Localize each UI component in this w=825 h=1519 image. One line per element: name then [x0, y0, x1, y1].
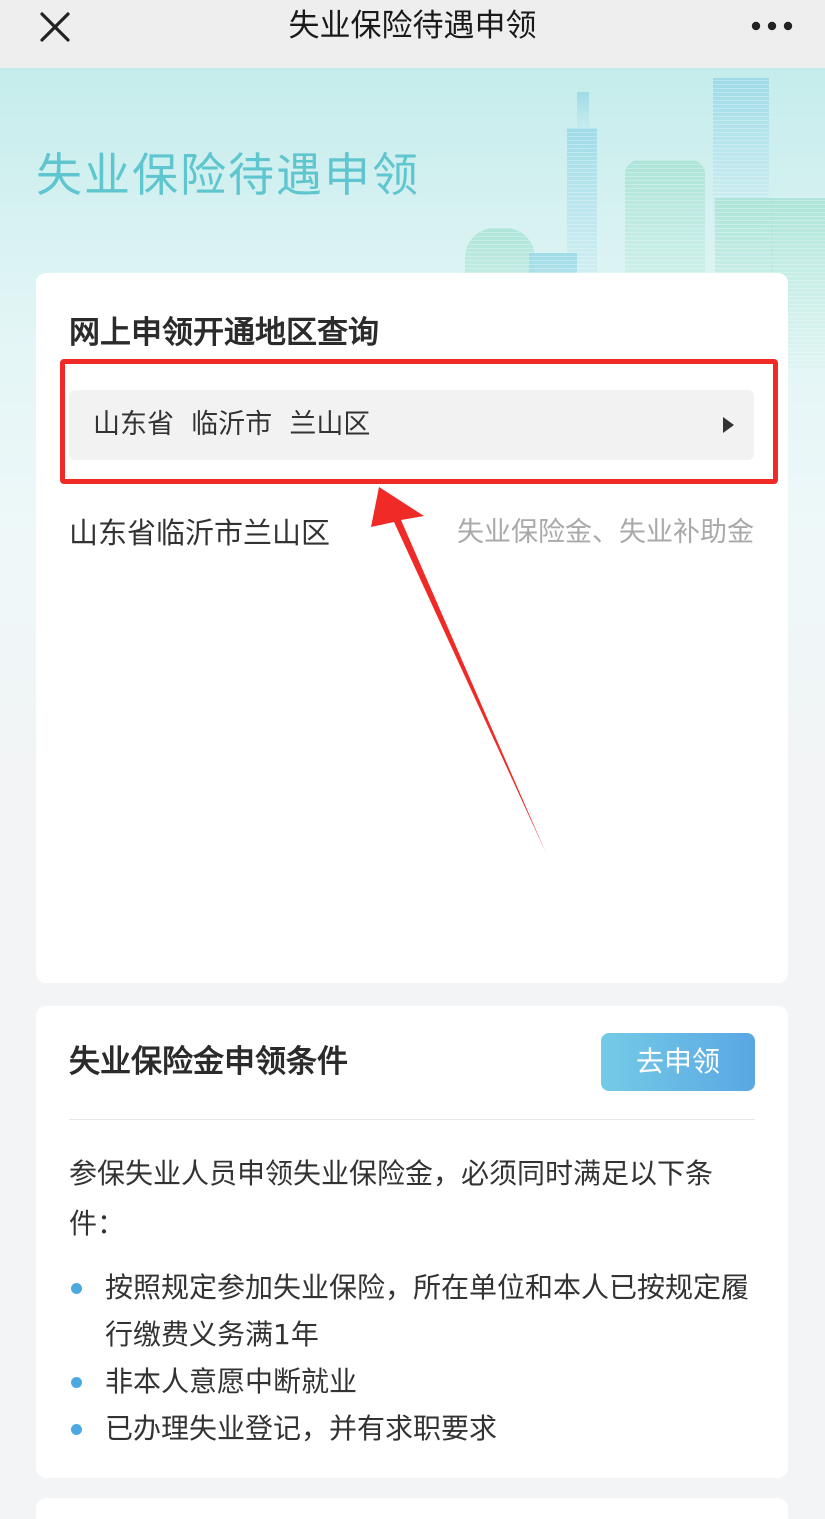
- bullet-dot-icon: [71, 1424, 82, 1435]
- caret-right-icon: [723, 417, 734, 433]
- bullet-dot-icon: [71, 1283, 82, 1294]
- apply-button[interactable]: 去申领: [601, 1033, 755, 1091]
- list-item: 按照规定参加失业保险，所在单位和本人已按规定履行缴费义务满1年: [69, 1264, 759, 1358]
- top-navigation-bar: 失业保险待遇申领: [0, 0, 825, 68]
- page-title: 失业保险待遇申领: [288, 8, 537, 44]
- conditions-intro: 参保失业人员申领失业保险金，必须同时满足以下条件：: [69, 1157, 714, 1240]
- list-item: 非本人意愿中断就业: [69, 1358, 759, 1405]
- region-picker-value: 山东省 临沂市 兰山区: [93, 409, 371, 440]
- more-dots-icon[interactable]: [749, 12, 795, 40]
- conditions-list: 按照规定参加失业保险，所在单位和本人已按规定履行缴费义务满1年 非本人意愿中断就…: [69, 1264, 759, 1452]
- bullet-dot-icon: [71, 1377, 82, 1388]
- conditions-heading: 失业保险金申领条件: [69, 1044, 348, 1080]
- conditions-card: 失业保险金申领条件 去申领 参保失业人员申领失业保险金，必须同时满足以下条件： …: [36, 1006, 788, 1478]
- list-item: 已办理失业登记，并有求职要求: [69, 1405, 759, 1452]
- result-benefit-types: 失业保险金、失业补助金: [457, 517, 754, 548]
- result-region-name: 山东省临沂市兰山区: [69, 516, 331, 550]
- next-card-peek: [36, 1498, 788, 1519]
- region-query-card: 网上申领开通地区查询 山东省 临沂市 兰山区 山东省临沂市兰山区 失业保险金、失…: [36, 273, 788, 983]
- condition-text: 按照规定参加失业保险，所在单位和本人已按规定履行缴费义务满1年: [105, 1271, 750, 1351]
- region-picker[interactable]: 山东省 临沂市 兰山区: [69, 390, 754, 460]
- condition-text: 已办理失业登记，并有求职要求: [105, 1412, 498, 1445]
- hero-title: 失业保险待遇申领: [36, 148, 420, 202]
- region-query-heading: 网上申领开通地区查询: [69, 315, 379, 351]
- condition-text: 非本人意愿中断就业: [105, 1365, 358, 1398]
- divider: [69, 1119, 755, 1120]
